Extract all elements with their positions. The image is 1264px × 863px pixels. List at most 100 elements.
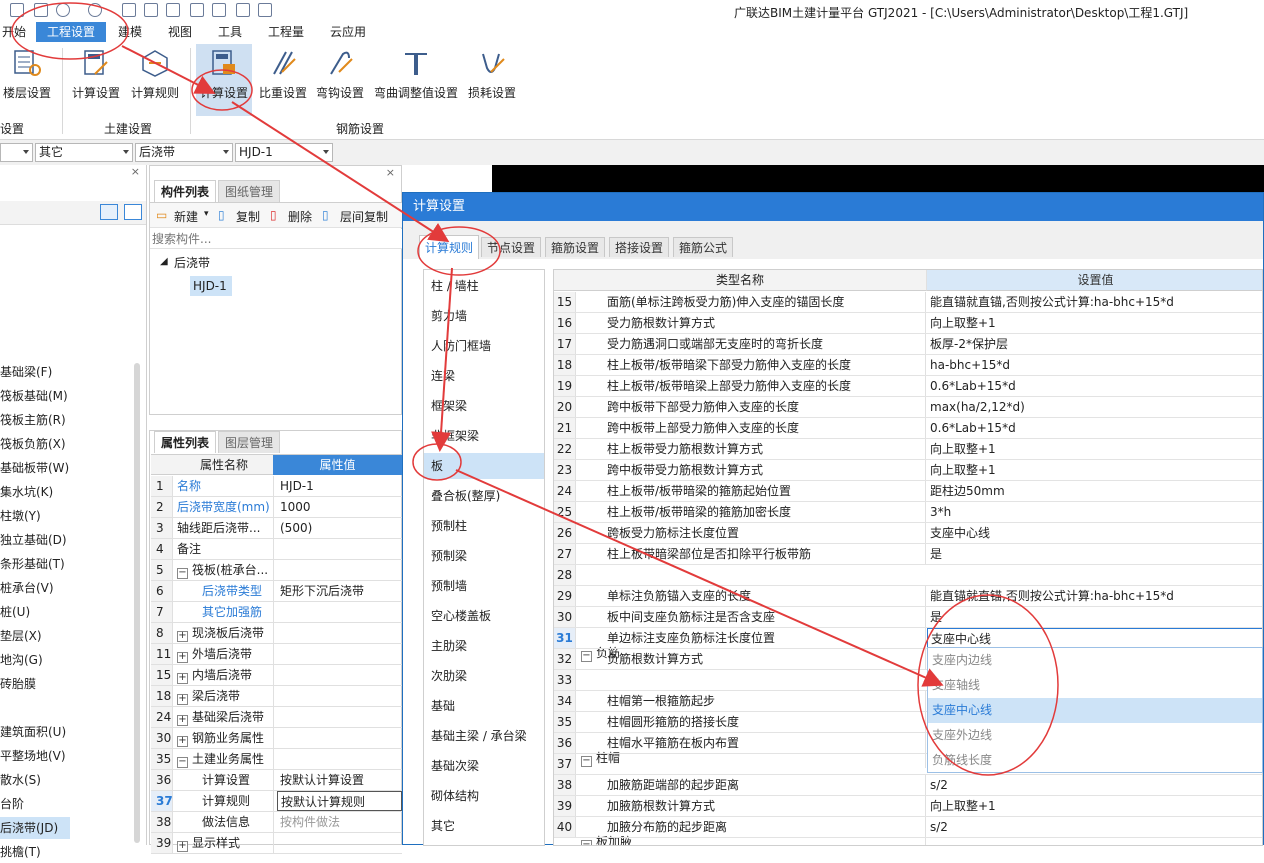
property-value[interactable]: 矩形下沉后浇带 xyxy=(277,581,402,601)
component-search-input[interactable] xyxy=(150,229,402,249)
expand-icon[interactable]: + xyxy=(177,736,188,747)
property-row[interactable]: 18 + 梁后浇带 xyxy=(151,686,402,707)
scrollbar[interactable] xyxy=(134,363,140,843)
grid-row[interactable]: 24 柱上板带/板带暗梁的箍筋起始位置 距柱边50mm xyxy=(554,481,1262,502)
calc-rules-button[interactable]: 计算规则 xyxy=(126,44,184,110)
property-value[interactable] xyxy=(277,560,402,580)
drawing-canvas[interactable] xyxy=(492,165,1264,192)
nav-item[interactable]: 基础板带(W) xyxy=(0,457,70,479)
new-button[interactable]: 新建 xyxy=(174,208,198,225)
menu-quantity[interactable]: 工程量 xyxy=(264,22,308,42)
redo-icon[interactable] xyxy=(88,3,102,17)
weight-settings-button[interactable]: 比重设置 xyxy=(256,44,310,110)
expand-icon[interactable]: + xyxy=(177,673,188,684)
grid-row[interactable]: 20 跨中板带下部受力筋伸入支座的长度 max(ha/2,12*d) xyxy=(554,397,1262,418)
grid-row[interactable]: 25 柱上板带/板带暗梁的箍筋加密长度 3*h xyxy=(554,502,1262,523)
expand-icon[interactable]: + xyxy=(177,841,188,852)
grid-row[interactable]: 39 加腋筋根数计算方式 向上取整+1 xyxy=(554,796,1262,817)
close-icon[interactable]: × xyxy=(131,165,140,178)
floor-combo[interactable] xyxy=(0,143,33,162)
property-value[interactable] xyxy=(277,728,402,748)
dropdown-option[interactable]: 支座轴线 xyxy=(928,673,1262,698)
floor-settings-button[interactable]: 楼层设置 xyxy=(0,44,54,110)
menu-tools[interactable]: 工具 xyxy=(214,22,246,42)
grid-icon[interactable] xyxy=(236,3,250,17)
grid-row[interactable]: 28− 负筋 xyxy=(554,565,1262,663)
property-value[interactable]: 1000 xyxy=(277,497,402,517)
property-row[interactable]: 1 名称 HJD-1 xyxy=(151,476,402,497)
expand-icon[interactable]: + xyxy=(177,715,188,726)
nav-item[interactable]: 平整场地(V) xyxy=(0,745,70,767)
tab-component-list[interactable]: 构件列表 xyxy=(154,180,217,202)
nav-item[interactable]: 筏板主筋(R) xyxy=(0,409,70,431)
hook-settings-button[interactable]: 弯钩设置 xyxy=(312,44,368,110)
grid-row[interactable]: 27 柱上板带暗梁部位是否扣除平行板带筋 是 xyxy=(554,544,1262,565)
grid-row[interactable]: 15 面筋(单标注跨板受力筋)伸入支座的锚固长度 能直锚就直锚,否则按公式计算:ha… xyxy=(554,292,1262,313)
category-item[interactable]: 基础主梁 / 承台梁 xyxy=(424,723,544,749)
nav-item[interactable]: 条形基础(T) xyxy=(0,553,70,575)
menu-cloud[interactable]: 云应用 xyxy=(326,22,370,42)
category-item[interactable]: 连梁 xyxy=(424,363,544,389)
collapse-icon[interactable]: − xyxy=(177,757,188,768)
property-row[interactable]: 30 + 钢筋业务属性 xyxy=(151,728,402,749)
category-item[interactable]: 预制梁 xyxy=(424,543,544,569)
property-row[interactable]: 8 + 现浇板后浇带 xyxy=(151,623,402,644)
setting-value[interactable]: 向上取整+1 xyxy=(927,796,1262,816)
component-type-combo[interactable]: 后浇带 xyxy=(135,143,233,162)
nav-item[interactable]: 台阶 xyxy=(0,793,70,815)
civil-calc-settings-button[interactable]: 计算设置 xyxy=(68,44,124,110)
setting-value[interactable]: s/2 xyxy=(927,775,1262,795)
grid-row[interactable]: 38 加腋筋距端部的起步距离 s/2 xyxy=(554,775,1262,796)
tree-node-post-pour-strip[interactable]: 后浇带 xyxy=(174,254,210,271)
dropdown-option[interactable]: 支座内边线 xyxy=(928,648,1262,673)
measure-icon[interactable] xyxy=(212,3,226,17)
collapse-icon[interactable]: − xyxy=(177,568,188,579)
nav-item[interactable]: 散水(S) xyxy=(0,769,70,791)
property-row[interactable]: 5− 筏板(桩承台... xyxy=(151,560,402,581)
copy-button[interactable]: 复制 xyxy=(236,208,260,225)
property-row[interactable]: 3 轴线距后浇带... (500) xyxy=(151,518,402,539)
dropdown-option[interactable]: 负筋线长度 xyxy=(928,748,1262,773)
grid-row[interactable]: 16 受力筋根数计算方式 向上取整+1 xyxy=(554,313,1262,334)
category-item[interactable]: 框架梁 xyxy=(424,393,544,419)
tab-drawing-management[interactable]: 图纸管理 xyxy=(218,180,281,202)
property-value[interactable]: 按构件做法 xyxy=(277,812,402,832)
setting-value[interactable]: 能直锚就直锚,否则按公式计算:ha-bhc+15*d xyxy=(927,292,1262,312)
dropdown-option[interactable]: 支座外边线 xyxy=(928,723,1262,748)
category-item[interactable]: 主肋梁 xyxy=(424,633,544,659)
dropdown-option[interactable]: 支座中心线 xyxy=(928,698,1262,723)
property-row[interactable]: 24 + 基础梁后浇带 xyxy=(151,707,402,728)
category-item[interactable]: 柱 / 墙柱 xyxy=(424,273,544,299)
loss-settings-button[interactable]: 损耗设置 xyxy=(464,44,520,110)
tab-layer-management[interactable]: 图层管理 xyxy=(218,431,281,453)
property-value[interactable]: 按默认计算设置 xyxy=(277,770,402,790)
category-item[interactable]: 剪力墙 xyxy=(424,303,544,329)
setting-value[interactable]: 支座中心线 xyxy=(927,523,1262,543)
delete-button[interactable]: 删除 xyxy=(288,208,312,225)
menu-start[interactable]: 开始 xyxy=(0,22,30,42)
category-item[interactable]: 人防门框墙 xyxy=(424,333,544,359)
nav-item[interactable]: 筏板负筋(X) xyxy=(0,433,70,455)
setting-value[interactable]: 是 xyxy=(927,544,1262,564)
tab-stirrup-settings[interactable]: 箍筋设置 xyxy=(545,237,606,257)
property-value[interactable] xyxy=(277,602,402,622)
property-row[interactable]: 6 后浇带类型 矩形下沉后浇带 xyxy=(151,581,402,602)
grid-row[interactable]: 21 跨中板带上部受力筋伸入支座的长度 0.6*Lab+15*d xyxy=(554,418,1262,439)
nav-item[interactable]: 独立基础(D) xyxy=(0,529,70,551)
grid-row[interactable]: 18 柱上板带/板带暗梁下部受力筋伸入支座的长度 ha-bhc+15*d xyxy=(554,355,1262,376)
category-item[interactable]: 预制墙 xyxy=(424,573,544,599)
property-row[interactable]: 36 计算设置 按默认计算设置 xyxy=(151,770,402,791)
chevron-down-icon[interactable]: ▾ xyxy=(204,209,209,219)
grid-row[interactable]: 23 跨中板带受力筋根数计算方式 向上取整+1 xyxy=(554,460,1262,481)
property-value[interactable] xyxy=(277,749,402,769)
nav-item[interactable]: 基础梁(F) xyxy=(0,361,70,383)
property-row[interactable]: 2 后浇带宽度(mm) 1000 xyxy=(151,497,402,518)
tab-stirrup-formula[interactable]: 箍筋公式 xyxy=(673,237,734,257)
collapse-icon[interactable]: − xyxy=(581,840,592,845)
setting-value[interactable]: 3*h xyxy=(927,502,1262,522)
property-row[interactable]: 37 计算规则 按默认计算规则 xyxy=(151,791,402,812)
tab-calc-rules[interactable]: 计算规则 xyxy=(419,235,480,259)
tree-node-hjd-1[interactable]: HJD-1 xyxy=(190,276,232,296)
save-icon[interactable] xyxy=(34,3,48,17)
bend-adjust-settings-button[interactable]: 弯曲调整值设置 xyxy=(370,44,462,110)
